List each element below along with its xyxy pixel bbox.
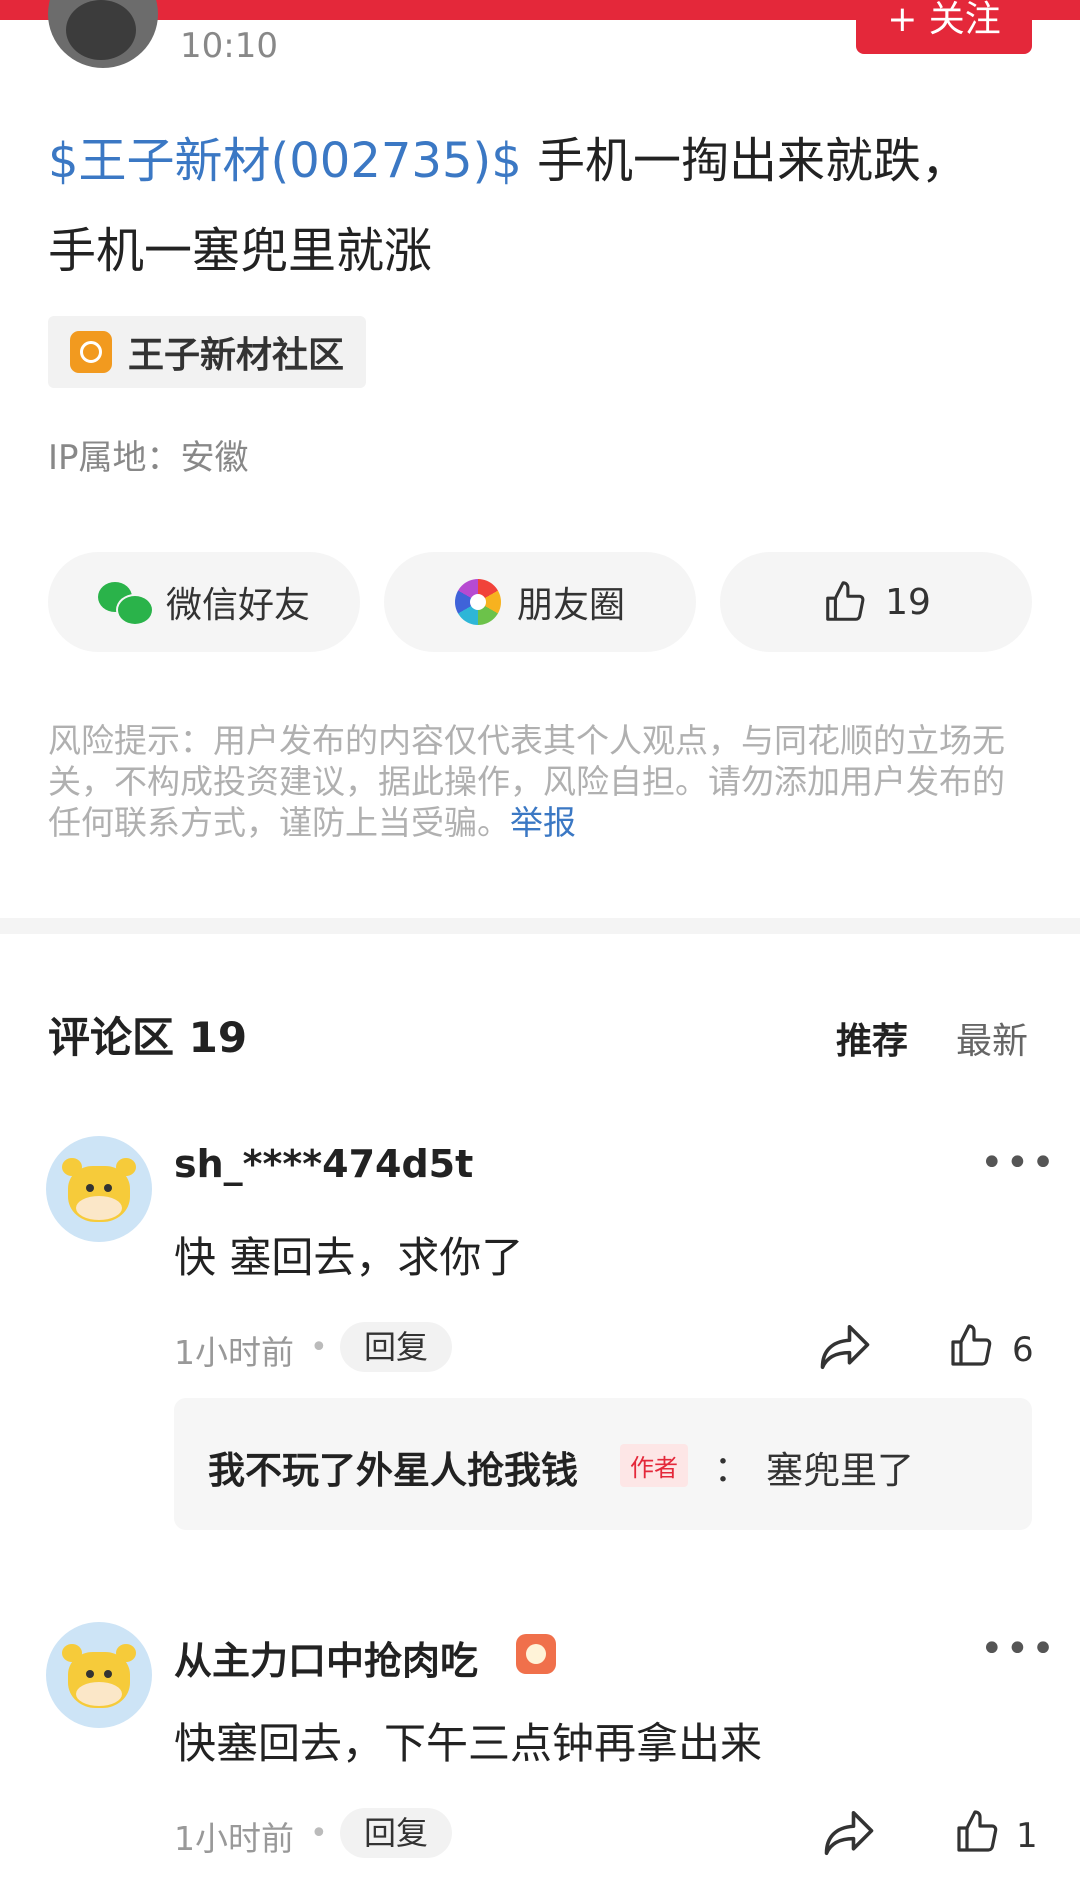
separator-dot: •	[310, 1330, 328, 1365]
share-wechat-label: 微信好友	[165, 585, 310, 626]
author-badge: 作者	[620, 1444, 688, 1487]
comment-text: 快塞回去，下午三点钟再拿出来	[174, 1719, 763, 1768]
comment-avatar[interactable]	[46, 1622, 152, 1728]
comment-username[interactable]: 从主力口中抢肉吃	[174, 1630, 478, 1685]
share-wechat-button[interactable]: 微信好友	[48, 552, 360, 652]
comments-title: 评论区 19	[48, 1013, 248, 1062]
user-badge-icon	[516, 1634, 556, 1674]
more-dots-icon[interactable]: •••	[980, 1626, 1057, 1672]
sort-recommend-tab[interactable]: 推荐	[836, 1012, 908, 1064]
sub-reply-box[interactable]: 我不玩了外星人抢我钱 作者 ： 塞兜里了	[174, 1398, 1032, 1530]
post-text-line1: 手机一掏出来就跌，	[521, 133, 970, 189]
sort-latest-tab[interactable]: 最新	[956, 1012, 1028, 1064]
wechat-icon	[97, 580, 154, 626]
post-like-button[interactable]: 19	[720, 552, 1032, 652]
section-divider	[0, 918, 1080, 934]
more-dots-icon[interactable]: •••	[980, 1140, 1057, 1186]
share-arrow-icon[interactable]	[822, 1808, 876, 1858]
thumbs-up-icon	[826, 581, 865, 621]
comment-time: 1小时前	[174, 1333, 294, 1372]
post-like-count: 19	[885, 581, 931, 623]
share-arrow-icon[interactable]	[818, 1322, 872, 1372]
author-avatar[interactable]	[48, 0, 158, 68]
sub-reply-username[interactable]: 我不玩了外星人抢我钱	[208, 1440, 578, 1494]
comment-username[interactable]: sh_****474d5t	[174, 1142, 473, 1186]
community-icon	[70, 331, 112, 373]
moments-icon	[454, 579, 501, 625]
sub-reply-colon: ：	[714, 1449, 751, 1490]
post-content: $王子新材(002735)$ 手机一掏出来就跌， 手机一塞兜里就涨	[48, 116, 1028, 296]
post-text-line2: 手机一塞兜里就涨	[48, 223, 433, 279]
comment-time: 1小时前	[174, 1819, 294, 1858]
stock-link[interactable]: $王子新材(002735)$	[48, 133, 522, 189]
comment-like-count: 1	[1016, 1816, 1038, 1856]
reply-button[interactable]: 回复	[340, 1322, 453, 1372]
ip-location: IP属地：安徽	[48, 438, 249, 478]
share-moments-label: 朋友圈	[516, 585, 625, 626]
thumbs-up-icon[interactable]	[946, 1322, 996, 1370]
post-time: 10:10	[180, 26, 278, 66]
community-tag[interactable]: 王子新材社区	[48, 316, 367, 388]
report-link[interactable]: 举报	[510, 803, 576, 842]
risk-notice: 风险提示：用户发布的内容仅代表其个人观点，与同花顺的立场无关，不构成投资建议，据…	[48, 720, 1032, 843]
community-label: 王子新材社区	[128, 335, 345, 376]
thumbs-up-icon[interactable]	[952, 1808, 1002, 1856]
separator-dot: •	[310, 1816, 328, 1851]
reply-button[interactable]: 回复	[340, 1808, 453, 1858]
sub-reply-text: 塞兜里了	[766, 1449, 914, 1492]
comment-like-count: 6	[1012, 1330, 1034, 1370]
follow-button[interactable]: + 关注	[856, 0, 1032, 54]
comment-avatar[interactable]	[46, 1136, 152, 1242]
comment-text: 快 塞回去，求你了	[174, 1233, 524, 1282]
share-moments-button[interactable]: 朋友圈	[384, 552, 696, 652]
